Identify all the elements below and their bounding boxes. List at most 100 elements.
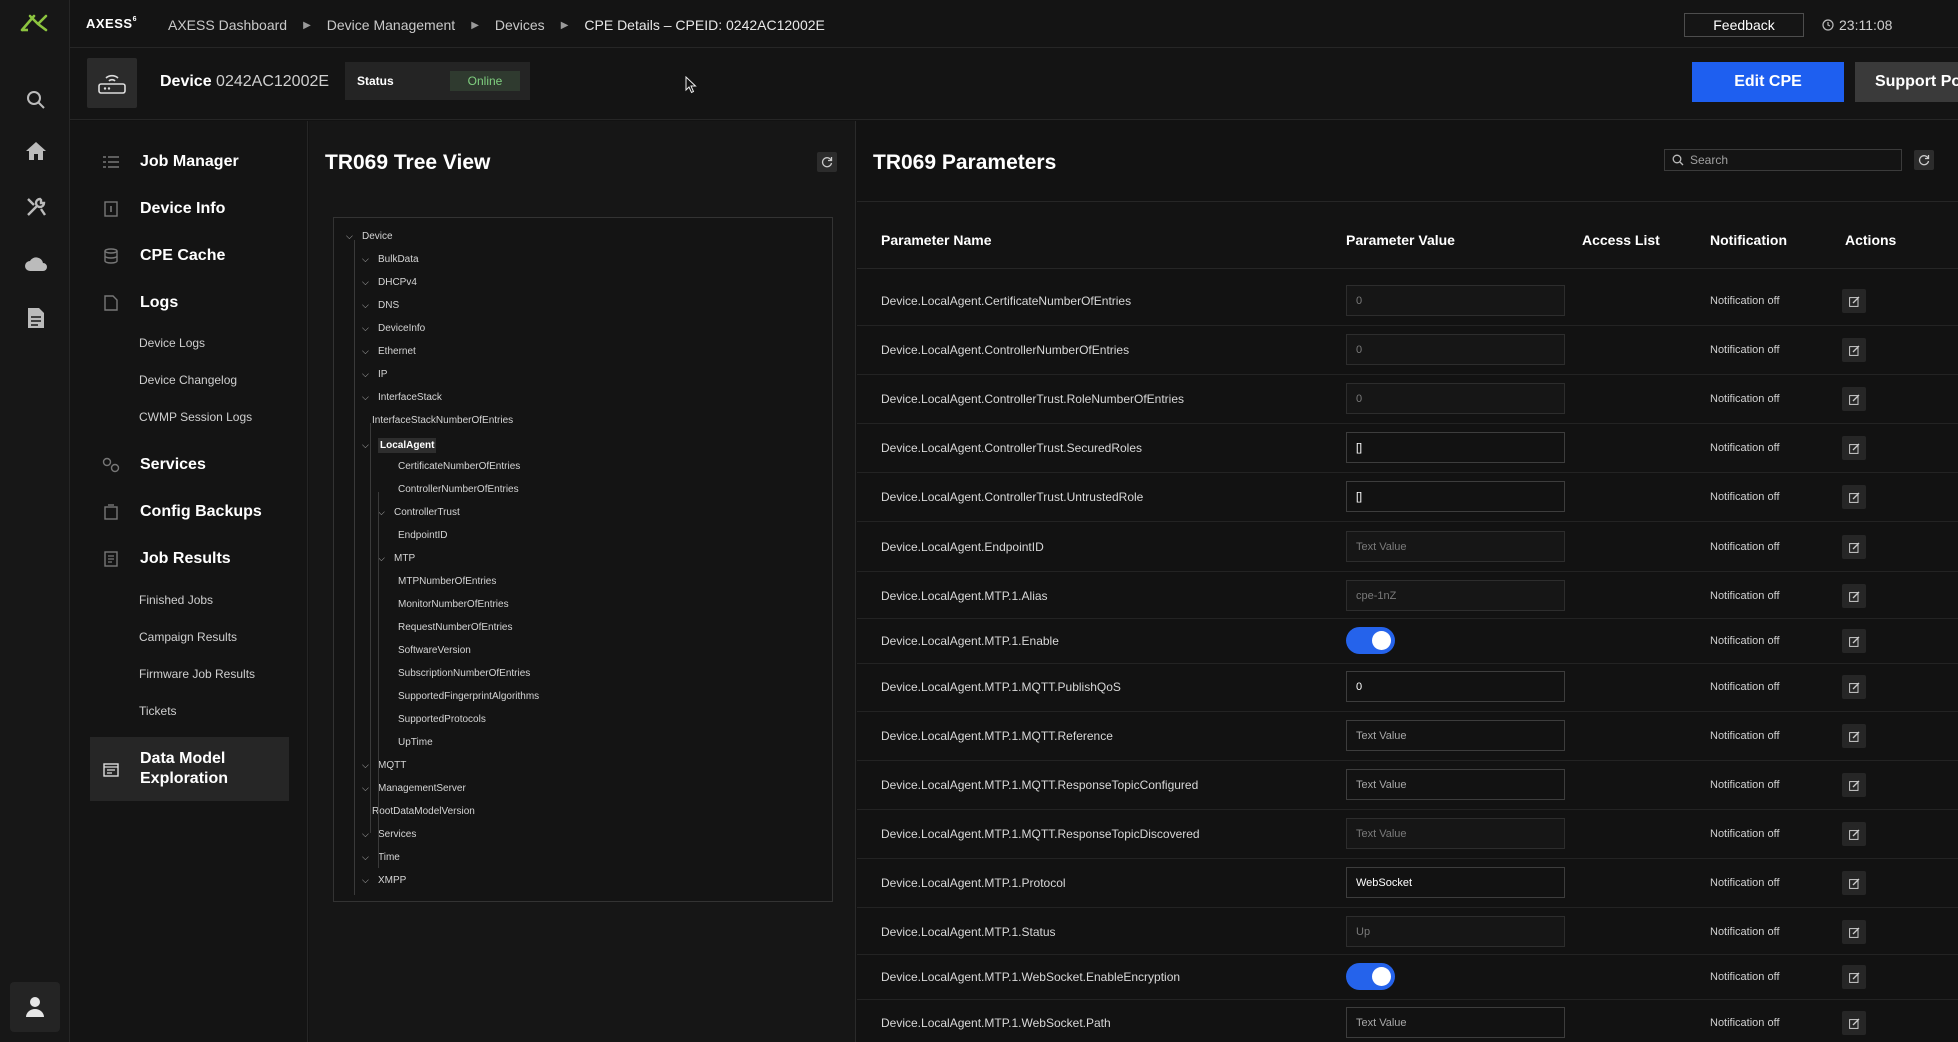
tree-node[interactable]: ⌵ IP: [362, 369, 387, 380]
parameter-value-input[interactable]: []: [1346, 481, 1565, 512]
tree-node[interactable]: SubscriptionNumberOfEntries: [398, 668, 530, 679]
tree-node[interactable]: ⌵ DNS: [362, 300, 399, 311]
cloud-icon[interactable]: [22, 249, 50, 277]
tree-refresh-icon[interactable]: [817, 152, 837, 172]
edit-icon[interactable]: [1842, 584, 1866, 608]
edit-icon[interactable]: [1842, 724, 1866, 748]
edit-icon[interactable]: [1842, 289, 1866, 313]
tree-node-label: MQTT: [378, 760, 407, 771]
chevron-down-icon[interactable]: ⌵: [362, 323, 372, 334]
parameter-value-input[interactable]: Text Value: [1346, 1007, 1565, 1038]
user-icon[interactable]: [10, 982, 60, 1032]
parameter-value-input[interactable]: WebSocket: [1346, 867, 1565, 898]
tree-node[interactable]: ⌵ ControllerTrust: [378, 507, 460, 518]
support-portal-button[interactable]: Support Portal: [1855, 62, 1958, 102]
parameter-toggle[interactable]: [1346, 963, 1395, 990]
tree-node[interactable]: ⌵ XMPP: [362, 875, 406, 886]
breadcrumb-devices[interactable]: Devices: [495, 17, 545, 33]
tools-icon[interactable]: [22, 193, 50, 221]
chevron-down-icon[interactable]: ⌵: [362, 346, 372, 357]
device-id: 0242AC12002E: [216, 73, 330, 90]
parameter-value-input[interactable]: []: [1346, 432, 1565, 463]
params-refresh-icon[interactable]: [1914, 150, 1934, 170]
tree-node[interactable]: ControllerNumberOfEntries: [398, 484, 519, 495]
chevron-down-icon[interactable]: ⌵: [362, 852, 372, 863]
edit-icon[interactable]: [1842, 338, 1866, 362]
tree-node[interactable]: RequestNumberOfEntries: [398, 622, 513, 633]
chevron-down-icon[interactable]: ⌵: [362, 392, 372, 403]
col-parameter-value[interactable]: Parameter Value: [1346, 232, 1455, 248]
breadcrumb-dashboard[interactable]: AXESS Dashboard: [168, 17, 287, 33]
edit-icon[interactable]: [1842, 485, 1866, 509]
brand-logo[interactable]: AXESS6: [86, 16, 137, 31]
feedback-button[interactable]: Feedback: [1684, 13, 1804, 37]
chevron-down-icon[interactable]: ⌵: [362, 254, 372, 265]
tree-node[interactable]: ⌵ Device: [346, 231, 393, 242]
chevron-down-icon[interactable]: ⌵: [362, 277, 372, 288]
chevron-down-icon[interactable]: ⌵: [362, 369, 372, 380]
edit-icon[interactable]: [1842, 675, 1866, 699]
tree-node[interactable]: ⌵ LocalAgent: [362, 438, 437, 453]
services-icon: [102, 456, 120, 474]
parameter-value-input[interactable]: 0: [1346, 671, 1565, 702]
tree-node[interactable]: CertificateNumberOfEntries: [398, 461, 520, 472]
nav-campaign-results[interactable]: Campaign Results: [139, 630, 237, 644]
tree-node[interactable]: RootDataModelVersion: [372, 806, 475, 817]
nav-firmware-job-results[interactable]: Firmware Job Results: [139, 667, 255, 681]
breadcrumb-device-management[interactable]: Device Management: [327, 17, 455, 33]
search-field[interactable]: [1664, 149, 1902, 171]
edit-icon[interactable]: [1842, 436, 1866, 460]
axess-logo[interactable]: [20, 14, 52, 37]
nav-device-logs[interactable]: Device Logs: [139, 336, 205, 350]
parameter-name: Device.LocalAgent.CertificateNumberOfEnt…: [881, 294, 1132, 308]
tree-node[interactable]: ⌵ DeviceInfo: [362, 323, 425, 334]
tree-node[interactable]: UpTime: [398, 737, 433, 748]
notification-status: Notification off: [1710, 442, 1780, 454]
tree-node[interactable]: SupportedFingerprintAlgorithms: [398, 691, 539, 702]
document-icon[interactable]: [22, 304, 50, 332]
chevron-down-icon[interactable]: ⌵: [362, 300, 372, 311]
tree-node[interactable]: ⌵ MTP: [378, 553, 415, 564]
edit-icon[interactable]: [1842, 871, 1866, 895]
clock-time: 23:11:08: [1839, 17, 1893, 33]
tree-node[interactable]: MonitorNumberOfEntries: [398, 599, 509, 610]
edit-icon[interactable]: [1842, 773, 1866, 797]
edit-icon[interactable]: [1842, 629, 1866, 653]
tree-node[interactable]: SoftwareVersion: [398, 645, 471, 656]
tree-node[interactable]: InterfaceStackNumberOfEntries: [372, 415, 513, 426]
tree-node[interactable]: ⌵ Ethernet: [362, 346, 416, 357]
edit-icon[interactable]: [1842, 920, 1866, 944]
nav-finished-jobs[interactable]: Finished Jobs: [139, 593, 213, 607]
col-access-list[interactable]: Access List: [1582, 232, 1660, 248]
edit-icon[interactable]: [1842, 965, 1866, 989]
nav-cwmp-session-logs[interactable]: CWMP Session Logs: [139, 410, 252, 424]
nav-device-changelog[interactable]: Device Changelog: [139, 373, 237, 387]
col-notification[interactable]: Notification: [1710, 232, 1787, 248]
tree-node[interactable]: SupportedProtocols: [398, 714, 486, 725]
chevron-down-icon[interactable]: ⌵: [378, 507, 388, 518]
tree-node[interactable]: ⌵ Time: [362, 852, 400, 863]
edit-icon[interactable]: [1842, 387, 1866, 411]
tree-node[interactable]: ⌵ BulkData: [362, 254, 419, 265]
edit-cpe-button[interactable]: Edit CPE: [1692, 62, 1844, 102]
edit-icon[interactable]: [1842, 1011, 1866, 1035]
tree-node[interactable]: MTPNumberOfEntries: [398, 576, 496, 587]
chevron-down-icon[interactable]: ⌵: [362, 875, 372, 886]
nav-tickets[interactable]: Tickets: [139, 704, 177, 718]
chevron-down-icon[interactable]: ⌵: [378, 553, 388, 564]
chevron-right-icon: ▶: [471, 19, 479, 31]
parameter-name: Device.LocalAgent.MTP.1.MQTT.ResponseTop…: [881, 778, 1199, 792]
col-parameter-name[interactable]: Parameter Name: [881, 232, 992, 248]
tree-node[interactable]: ⌵ DHCPv4: [362, 277, 417, 288]
tree-node[interactable]: ⌵ InterfaceStack: [362, 392, 442, 403]
home-icon[interactable]: [22, 137, 50, 165]
search-icon[interactable]: [22, 86, 50, 114]
parameter-value-input[interactable]: Text Value: [1346, 769, 1565, 800]
tree-node[interactable]: EndpointID: [398, 530, 447, 541]
search-input[interactable]: [1690, 153, 1890, 167]
parameter-toggle[interactable]: [1346, 627, 1395, 654]
tree-node[interactable]: ⌵ MQTT: [362, 760, 406, 771]
edit-icon[interactable]: [1842, 822, 1866, 846]
edit-icon[interactable]: [1842, 535, 1866, 559]
parameter-value-input[interactable]: Text Value: [1346, 720, 1565, 751]
